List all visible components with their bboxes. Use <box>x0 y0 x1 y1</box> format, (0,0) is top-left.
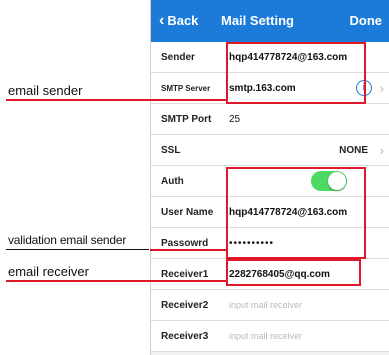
validation-email-sender-annotation: validation email sender <box>8 233 127 247</box>
back-button[interactable]: ‹ Back <box>159 11 199 29</box>
ssl-row[interactable]: SSL NONE › <box>151 135 389 166</box>
back-label: Back <box>167 13 199 28</box>
nav-bar: ‹ Back Mail Setting Done <box>151 0 389 42</box>
smtp-port-field[interactable]: 25 <box>229 114 240 125</box>
user-name-label: User Name <box>161 207 214 218</box>
ssl-label: SSL <box>161 145 181 156</box>
auth-highlight-box <box>226 167 366 259</box>
email-receiver-annotation: email receiver <box>8 264 89 279</box>
auth-label: Auth <box>161 176 184 187</box>
password-label: Passowrd <box>161 238 209 249</box>
chevron-right-icon: › <box>379 81 384 96</box>
chevron-right-icon: › <box>379 143 384 158</box>
chevron-left-icon: ‹ <box>159 11 165 29</box>
receiver2-row[interactable]: Receiver2 input mail receiver <box>151 290 389 321</box>
validation-underline <box>6 249 149 250</box>
email-receiver-pointer <box>6 280 228 282</box>
page-title: Mail Setting <box>221 13 294 28</box>
done-button[interactable]: Done <box>350 13 383 28</box>
receiver3-label: Receiver3 <box>161 331 209 342</box>
receiver3-row[interactable]: Receiver3 input mail receiver <box>151 321 389 352</box>
sender-highlight-box <box>226 42 366 104</box>
smtp-port-label: SMTP Port <box>161 114 212 125</box>
receiver2-label: Receiver2 <box>161 300 209 311</box>
smtp-port-row[interactable]: SMTP Port 25 <box>151 104 389 135</box>
sender-label: Sender <box>161 52 195 63</box>
receiver2-field[interactable]: input mail receiver <box>229 300 302 310</box>
receiver-highlight-box <box>226 259 361 286</box>
email-sender-pointer <box>6 99 228 101</box>
receiver3-field[interactable]: input mail receiver <box>229 331 302 341</box>
ssl-value: NONE <box>339 145 368 156</box>
email-sender-annotation: email sender <box>8 83 83 98</box>
smtp-server-label: SMTP Server <box>161 84 211 93</box>
receiver1-label: Receiver1 <box>161 269 209 280</box>
validation-pointer <box>150 249 228 251</box>
